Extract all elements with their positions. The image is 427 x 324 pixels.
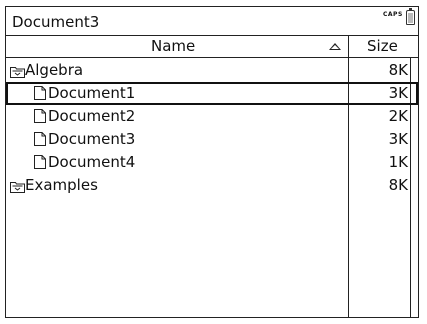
item-size: 3K: [388, 84, 408, 102]
item-size: 1K: [388, 153, 408, 171]
document-row[interactable]: Document3 3K: [6, 128, 418, 151]
document-icon: [34, 132, 46, 146]
item-name: Algebra: [25, 61, 84, 79]
item-name: Document1: [48, 84, 136, 102]
item-size: 3K: [388, 130, 408, 148]
title-bar: Document3 CAPS: [6, 6, 418, 36]
item-name: Examples: [25, 176, 98, 194]
name-column-header[interactable]: Name: [151, 37, 195, 55]
file-browser-window: Document3 CAPS Name Size Algebra 8K Docume…: [5, 6, 419, 318]
document-row[interactable]: Document2 2K: [6, 105, 418, 128]
folder-row[interactable]: Algebra 8K: [6, 59, 418, 82]
document-row[interactable]: Document4 1K: [6, 151, 418, 174]
item-size: 8K: [388, 176, 408, 194]
sort-ascending-icon[interactable]: [329, 43, 341, 50]
size-column-header[interactable]: Size: [367, 37, 398, 55]
battery-icon: [406, 8, 415, 25]
item-name: Document4: [48, 153, 136, 171]
folder-icon: [10, 179, 25, 193]
folder-row[interactable]: Examples 8K: [6, 174, 418, 197]
caps-indicator: CAPS: [383, 11, 403, 18]
document-icon: [34, 86, 46, 100]
document-icon: [34, 155, 46, 169]
folder-icon: [10, 64, 25, 78]
document-icon: [34, 109, 46, 123]
item-size: 8K: [388, 61, 408, 79]
column-header: Name Size: [6, 36, 418, 58]
item-name: Document3: [48, 130, 136, 148]
item-name: Document2: [48, 107, 136, 125]
window-title: Document3: [12, 13, 100, 31]
document-row[interactable]: Document1 3K: [6, 82, 418, 105]
item-size: 2K: [388, 107, 408, 125]
